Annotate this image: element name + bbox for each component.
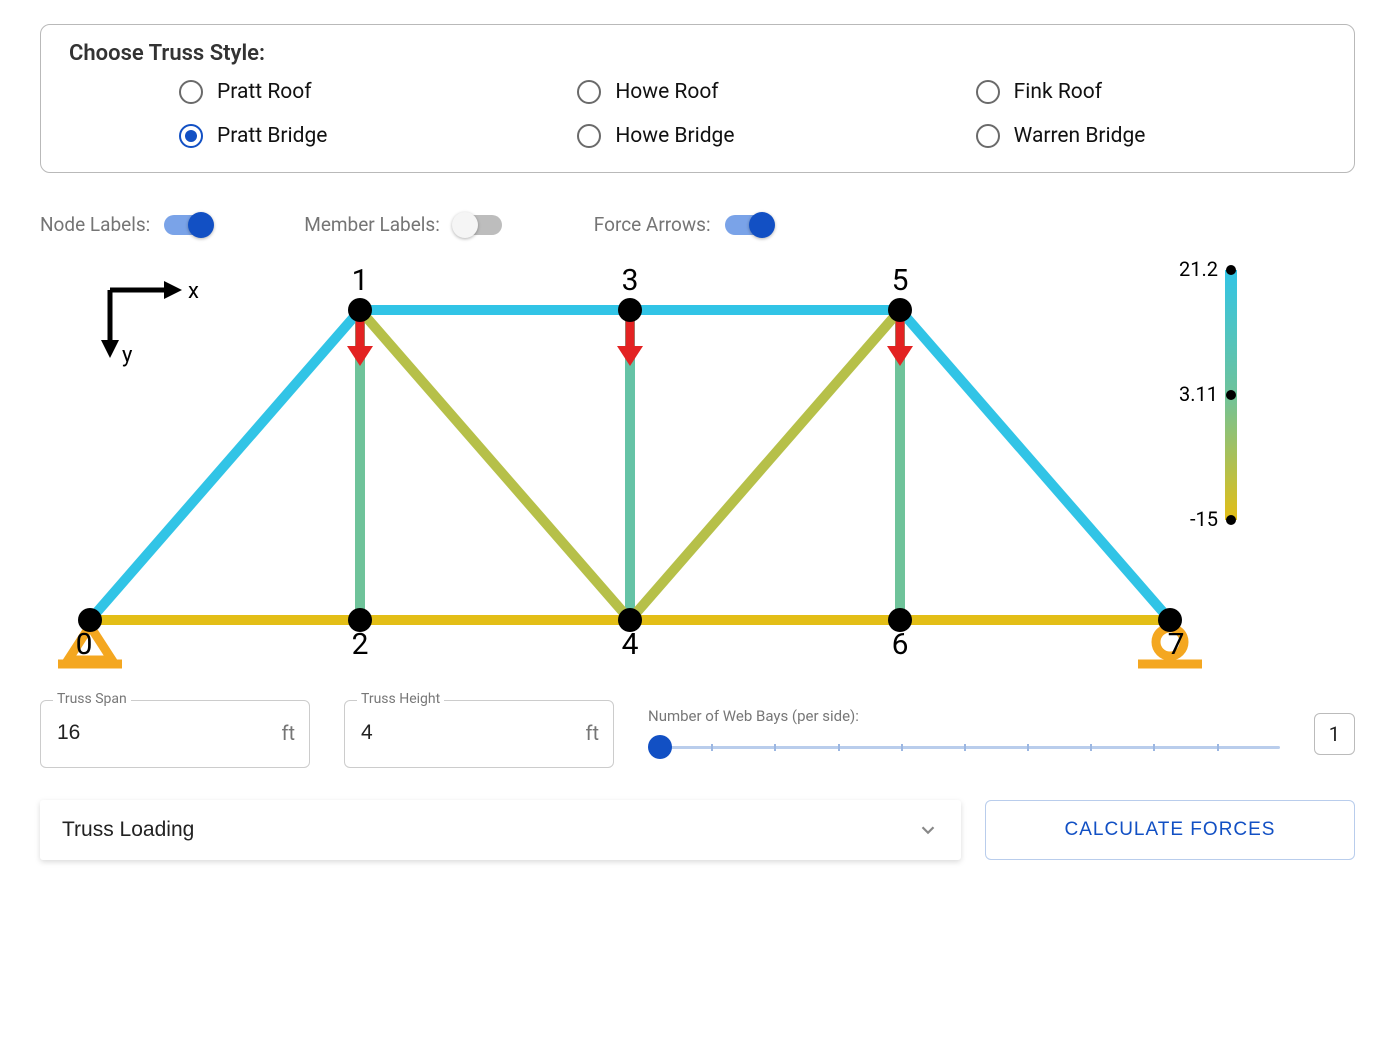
node-label: 3 [622,263,639,298]
radio-circle-icon [577,124,601,148]
truss-height-label: Truss Height [357,691,444,707]
colorbar-label: 3.11 [1179,382,1218,406]
radio-label: Howe Bridge [615,124,734,148]
radio-warren-bridge[interactable]: Warren Bridge [976,124,1326,148]
node-label: 5 [892,263,909,298]
member-labels-label: Member Labels: [304,213,440,236]
radio-label: Pratt Bridge [217,124,327,148]
load-arrow-head [347,346,373,366]
force-arrows-toggle[interactable] [725,215,773,235]
load-arrow-head [617,346,643,366]
chevron-down-icon [917,819,939,841]
truss-loading-title: Truss Loading [62,818,194,842]
y-axis-label: y [122,343,133,368]
radio-pratt-bridge[interactable]: Pratt Bridge [179,124,529,148]
radio-label: Fink Roof [1014,80,1102,104]
member-labels-toggle[interactable] [454,215,502,235]
truss-style-legend: Choose Truss Style: [69,41,1326,66]
truss-style-fieldset: Choose Truss Style: Pratt Roof Howe Roof F… [40,24,1355,173]
radio-circle-icon [976,124,1000,148]
node [348,298,372,322]
radio-label: Pratt Roof [217,80,312,104]
member [360,310,630,620]
node [618,298,642,322]
node [888,298,912,322]
node-label: 4 [622,627,639,662]
colorbar-tick [1226,265,1236,275]
radio-label: Howe Roof [615,80,718,104]
truss-diagram: 0 1 2 3 4 5 6 7 x y 21.2 3.11 -15 [40,250,1355,680]
calculate-forces-button[interactable]: CALCULATE FORCES [985,800,1355,860]
radio-fink-roof[interactable]: Fink Roof [976,80,1326,104]
web-bays-thumb[interactable] [648,735,672,759]
colorbar-tick [1226,390,1236,400]
node-labels-label: Node Labels: [40,213,150,236]
radio-circle-icon [179,80,203,104]
node-label: 1 [352,263,369,298]
x-axis-arrowhead [164,281,182,299]
load-arrow-head [887,346,913,366]
radio-howe-roof[interactable]: Howe Roof [577,80,927,104]
truss-span-field[interactable]: Truss Span ft [40,700,310,768]
radio-label: Warren Bridge [1014,124,1146,148]
radio-circle-icon [976,80,1000,104]
colorbar-label: 21.2 [1179,257,1218,281]
node-label: 0 [76,627,93,662]
node-label: 2 [352,627,369,662]
radio-pratt-roof[interactable]: Pratt Roof [179,80,529,104]
web-bays-slider[interactable] [648,733,1280,761]
web-bays-value: 1 [1314,713,1355,755]
truss-span-input[interactable] [55,720,195,746]
truss-svg: 0 1 2 3 4 5 6 7 x y 21.2 3.11 -15 [40,250,1260,680]
member [630,310,900,620]
colorbar-tick [1226,515,1236,525]
truss-span-label: Truss Span [53,691,131,707]
truss-height-input[interactable] [359,720,499,746]
colorbar-label: -15 [1190,507,1218,531]
force-arrows-label: Force Arrows: [594,213,711,236]
y-axis-arrowhead [101,340,119,358]
truss-span-unit: ft [282,721,296,745]
truss-loading-accordion[interactable]: Truss Loading [40,800,961,860]
truss-height-field[interactable]: Truss Height ft [344,700,614,768]
member [900,310,1170,620]
web-bays-label: Number of Web Bays (per side): [648,707,1280,725]
x-axis-label: x [188,279,199,304]
node-label: 7 [1168,627,1185,662]
radio-howe-bridge[interactable]: Howe Bridge [577,124,927,148]
node-label: 6 [892,627,909,662]
radio-circle-icon [577,80,601,104]
radio-circle-icon [179,124,203,148]
truss-height-unit: ft [586,721,600,745]
node-labels-toggle[interactable] [164,215,212,235]
